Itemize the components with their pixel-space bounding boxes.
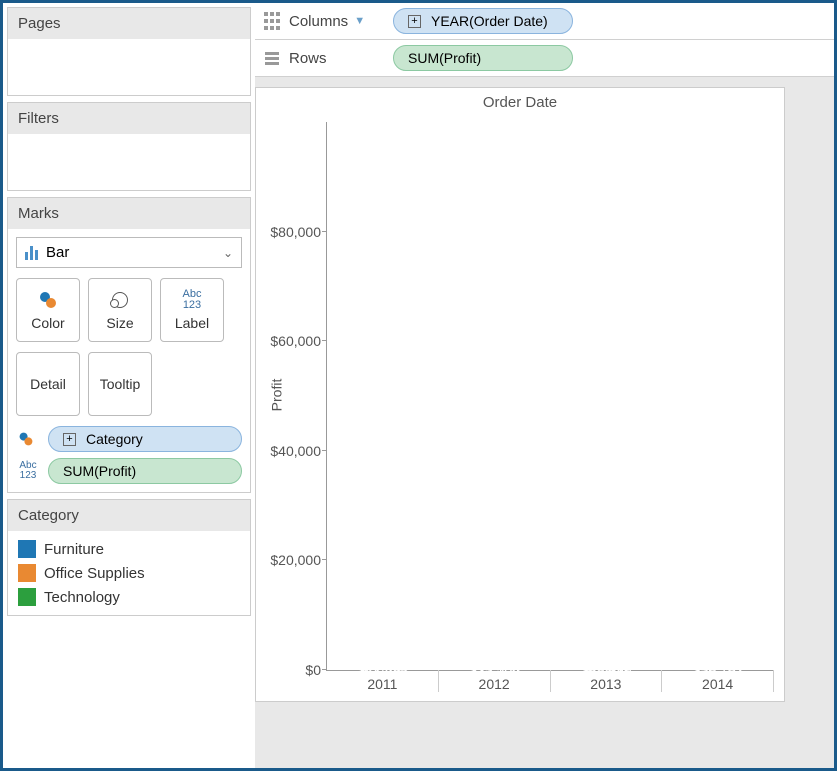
expand-icon[interactable]: +: [408, 15, 421, 28]
x-tick-label: 2011: [327, 670, 439, 692]
x-tick-label: 2014: [662, 670, 774, 692]
x-tick-label: 2013: [551, 670, 663, 692]
pill-text: YEAR(Order Date): [431, 13, 548, 29]
filters-header: Filters: [8, 103, 250, 134]
legend-card: Category Furniture Office Supplies Technol…: [7, 499, 251, 616]
x-tick-label: 2012: [439, 670, 551, 692]
label-button[interactable]: Abc123 Label: [160, 278, 224, 342]
rows-shelf[interactable]: Rows SUM(Profit): [255, 40, 834, 77]
y-tick-label: $80,000: [263, 224, 327, 240]
label-label: Label: [175, 315, 209, 331]
y-tick-label: $20,000: [263, 552, 327, 568]
size-label: Size: [106, 315, 133, 331]
marks-label-assignment[interactable]: Abc123 SUM(Profit): [16, 458, 242, 484]
detail-label: Detail: [30, 376, 66, 392]
color-label: Color: [31, 315, 64, 331]
bar-column: $21,493$22,593$5,458: [327, 122, 439, 670]
bar-icon: [25, 246, 38, 260]
legend-header: Category: [8, 500, 250, 531]
rows-icon: [263, 49, 281, 67]
color-icon: [38, 290, 58, 310]
pill-text: Category: [86, 431, 143, 447]
chart: Order Date Profit $0 $20,000 $40,000 $60,00…: [255, 87, 785, 702]
y-tick-label: $40,000: [263, 443, 327, 459]
y-axis-label: Profit: [268, 378, 284, 411]
size-icon: [112, 292, 128, 308]
marks-color-assignment[interactable]: + Category: [16, 426, 242, 452]
rows-pill[interactable]: SUM(Profit): [393, 45, 573, 71]
bar-column: $50,707$39,782: [662, 122, 774, 670]
legend-swatch: [18, 588, 36, 606]
legend-label: Office Supplies: [44, 565, 145, 582]
mark-type-label: Bar: [46, 244, 69, 261]
bar-column: $33,504$25,100: [439, 122, 551, 670]
filters-body[interactable]: [8, 134, 250, 190]
chevron-down-icon: ⌄: [223, 246, 233, 260]
legend-item[interactable]: Technology: [18, 585, 240, 609]
legend-item[interactable]: Office Supplies: [18, 561, 240, 585]
label-icon: Abc123: [183, 289, 202, 311]
y-tick-label: $0: [263, 662, 327, 678]
columns-shelf[interactable]: Columns ▼ + YEAR(Order Date): [255, 3, 834, 40]
legend-label: Furniture: [44, 541, 104, 558]
right-panel: Columns ▼ + YEAR(Order Date) Rows SUM(Pro…: [255, 3, 834, 768]
pill-text: SUM(Profit): [408, 50, 481, 66]
legend-swatch: [18, 540, 36, 558]
pill-text: SUM(Profit): [63, 463, 136, 479]
size-button[interactable]: Size: [88, 278, 152, 342]
marks-header: Marks: [8, 198, 250, 229]
left-panel: Pages Filters Marks Bar ⌄ Color: [3, 3, 255, 768]
columns-label: Columns: [289, 13, 348, 30]
color-button[interactable]: Color: [16, 278, 80, 342]
legend-label: Technology: [44, 589, 120, 606]
marks-card: Marks Bar ⌄ Color Size: [7, 197, 251, 493]
legend-swatch: [18, 564, 36, 582]
chevron-down-icon[interactable]: ▼: [354, 15, 365, 27]
pages-card: Pages: [7, 7, 251, 96]
columns-icon: [263, 12, 281, 30]
bar-column: $39,751$35,016$6,960: [551, 122, 663, 670]
filters-card: Filters: [7, 102, 251, 191]
columns-pill[interactable]: + YEAR(Order Date): [393, 8, 573, 34]
tooltip-label: Tooltip: [100, 376, 140, 392]
mark-type-select[interactable]: Bar ⌄: [16, 237, 242, 268]
chart-title: Order Date: [256, 88, 784, 117]
pages-header: Pages: [8, 8, 250, 39]
rows-label: Rows: [289, 50, 327, 67]
expand-icon[interactable]: +: [63, 433, 76, 446]
pages-body[interactable]: [8, 39, 250, 95]
legend-item[interactable]: Furniture: [18, 537, 240, 561]
color-icon: [18, 431, 34, 447]
detail-button[interactable]: Detail: [16, 352, 80, 416]
tooltip-button[interactable]: Tooltip: [88, 352, 152, 416]
label-icon: Abc123: [16, 461, 40, 481]
y-tick-label: $60,000: [263, 333, 327, 349]
